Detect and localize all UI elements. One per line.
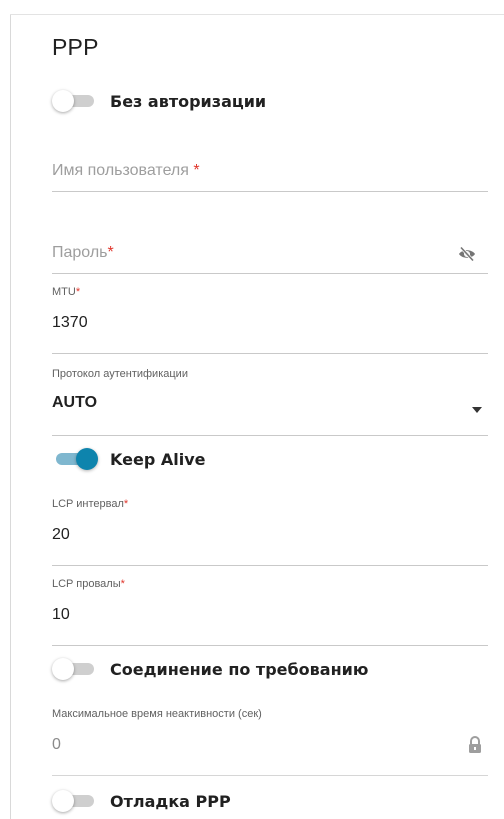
field-underline: [52, 273, 488, 274]
field-underline: [52, 645, 488, 646]
field-underline: [52, 435, 488, 436]
required-mark: *: [120, 578, 125, 590]
lcp-interval-field[interactable]: LCP интервал* 20: [52, 498, 488, 566]
no-auth-toggle[interactable]: [52, 90, 98, 112]
toggle-thumb: [76, 448, 98, 470]
no-auth-label: Без авторизации: [110, 91, 267, 111]
on-demand-row: Соединение по требованию: [52, 654, 368, 684]
max-idle-field: Максимальное время неактивности (сек) 0: [52, 708, 488, 776]
ppp-debug-row: Отладка PPP: [52, 786, 231, 816]
required-mark: *: [188, 162, 200, 179]
mtu-label: MTU*: [52, 286, 81, 298]
toggle-thumb: [52, 658, 74, 680]
lcp-failures-field[interactable]: LCP провалы* 10: [52, 578, 488, 646]
password-field[interactable]: Пароль*: [52, 236, 488, 274]
panel-top-border: [10, 14, 504, 15]
password-placeholder: Пароль*: [52, 244, 114, 261]
username-placeholder: Имя пользователя *: [52, 162, 200, 179]
field-underline: [52, 565, 488, 566]
username-field[interactable]: Имя пользователя *: [52, 154, 488, 192]
toggle-thumb: [52, 790, 74, 812]
max-idle-value: 0: [52, 736, 61, 753]
ppp-debug-toggle[interactable]: [52, 790, 98, 812]
panel-left-border: [10, 14, 11, 819]
caret-down-icon[interactable]: [472, 400, 482, 418]
keep-alive-label: Keep Alive: [110, 449, 206, 469]
field-underline: [52, 353, 488, 354]
auth-protocol-label: Протокол аутентификации: [52, 368, 188, 380]
auth-protocol-select[interactable]: Протокол аутентификации AUTO: [52, 368, 488, 436]
field-underline: [52, 191, 488, 192]
keep-alive-row: Keep Alive: [52, 444, 205, 474]
mtu-value: 1370: [52, 314, 88, 331]
no-auth-row: Без авторизации: [52, 86, 266, 116]
eye-off-icon[interactable]: [458, 246, 476, 267]
lcp-failures-value: 10: [52, 606, 70, 623]
max-idle-label: Максимальное время неактивности (сек): [52, 708, 262, 720]
lcp-interval-label: LCP интервал*: [52, 498, 129, 510]
mtu-field[interactable]: MTU* 1370: [52, 286, 488, 354]
auth-protocol-value: AUTO: [52, 394, 98, 411]
field-underline: [52, 775, 488, 776]
on-demand-label: Соединение по требованию: [110, 659, 369, 679]
section-title: PPP: [52, 34, 99, 60]
toggle-thumb: [52, 90, 74, 112]
required-mark: *: [107, 244, 114, 261]
lock-icon: [468, 736, 482, 759]
on-demand-toggle[interactable]: [52, 658, 98, 680]
ppp-debug-label: Отладка PPP: [110, 791, 231, 811]
lcp-failures-label: LCP провалы*: [52, 578, 125, 590]
lcp-interval-value: 20: [52, 526, 70, 543]
required-mark: *: [123, 498, 129, 510]
keep-alive-toggle[interactable]: [52, 448, 98, 470]
required-mark: *: [75, 286, 81, 298]
